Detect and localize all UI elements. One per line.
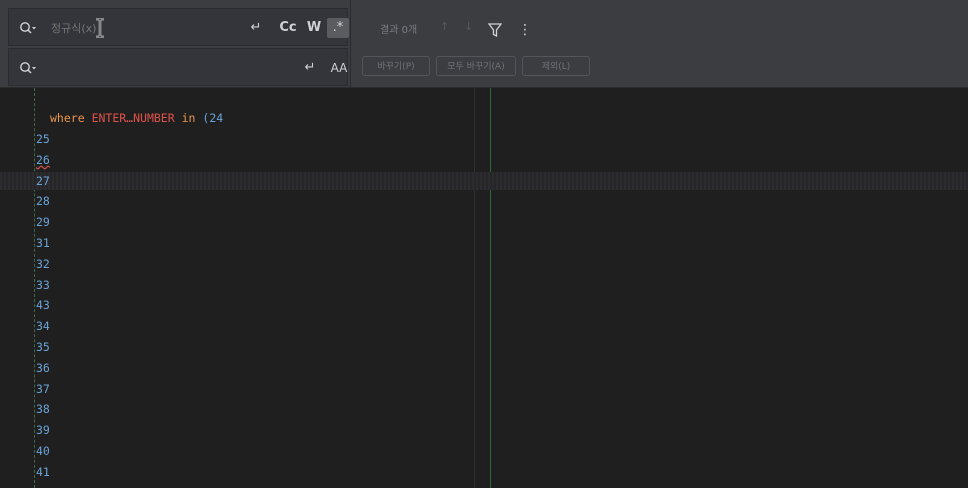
exclude-button[interactable]: 제외(L) (522, 56, 590, 76)
find-input[interactable] (49, 9, 233, 47)
replace-row: ↵ AA 바꾸기(P) 모두 바꾸기(A) 제외(L) (0, 46, 968, 87)
code-line-number[interactable]: 31 (36, 233, 50, 253)
search-icon[interactable] (19, 21, 37, 35)
code-editor[interactable]: where ENTER…NUMBER in (24 25 26 27 28 29 31 32… (0, 88, 968, 488)
code-line-number[interactable]: 33 (36, 275, 50, 295)
match-case-toggle[interactable]: Cc (275, 18, 301, 38)
code-line-number[interactable]: 35 (36, 337, 50, 357)
replace-search-icon[interactable] (19, 61, 37, 75)
code-line-number[interactable]: 43 (36, 295, 50, 315)
code-line-number[interactable]: 34 (36, 316, 50, 336)
code-line-number[interactable]: 25 (36, 129, 50, 149)
code-line-where[interactable]: where ENTER…NUMBER in (24 (50, 108, 223, 128)
current-line-highlight (0, 172, 968, 190)
code-line-number[interactable]: 41 (36, 462, 50, 482)
replace-newline-toggle[interactable]: ↵ (299, 58, 321, 78)
next-match-button[interactable]: ↓ (464, 20, 473, 33)
code-line-number[interactable]: 37 (36, 379, 50, 399)
replace-input[interactable] (49, 49, 233, 87)
more-options-icon[interactable]: ⋮ (518, 23, 532, 38)
code-line-number[interactable]: 32 (36, 254, 50, 274)
code-line-number[interactable]: 26 (36, 150, 50, 170)
replace-field[interactable]: ↵ AA (8, 48, 351, 87)
text-cursor-icon (96, 18, 104, 38)
code-line-number[interactable]: 27 (36, 171, 50, 191)
code-line-number[interactable]: 40 (36, 441, 50, 461)
match-newline-toggle[interactable]: ↵ (245, 18, 267, 38)
code-line-number[interactable]: 28 (36, 191, 50, 211)
hard-wrap-guide (490, 88, 491, 488)
find-field[interactable]: ↵ Cc W .* (8, 8, 349, 47)
list-open: (24 (202, 111, 224, 125)
find-replace-panel: ↵ Cc W .* 결과 0개 ↑ ↓ ⋮ ↵ AA 바꾸기(P) 모두 바꾸기… (0, 0, 968, 88)
keyword-in: in (181, 111, 196, 125)
code-line-number[interactable]: 38 (36, 399, 50, 419)
previous-match-button[interactable]: ↑ (440, 20, 449, 33)
identifier-enter-number: ENTER…NUMBER (91, 111, 175, 125)
results-count: 결과 0개 (380, 25, 418, 36)
preserve-case-toggle[interactable]: AA (327, 58, 351, 78)
replace-button[interactable]: 바꾸기(P) (362, 56, 430, 76)
replace-all-button[interactable]: 모두 바꾸기(A) (436, 56, 516, 76)
regex-toggle[interactable]: .* (327, 18, 349, 38)
keyword-where: where (50, 111, 85, 125)
code-line-number[interactable]: 36 (36, 358, 50, 378)
code-line-number[interactable]: 29 (36, 212, 50, 232)
right-margin-guide (474, 88, 475, 488)
whole-word-toggle[interactable]: W (305, 18, 323, 38)
filter-icon[interactable] (488, 23, 502, 37)
code-line-number[interactable]: 39 (36, 420, 50, 440)
panel-divider (350, 0, 351, 87)
find-row: ↵ Cc W .* 결과 0개 ↑ ↓ ⋮ (0, 6, 968, 47)
